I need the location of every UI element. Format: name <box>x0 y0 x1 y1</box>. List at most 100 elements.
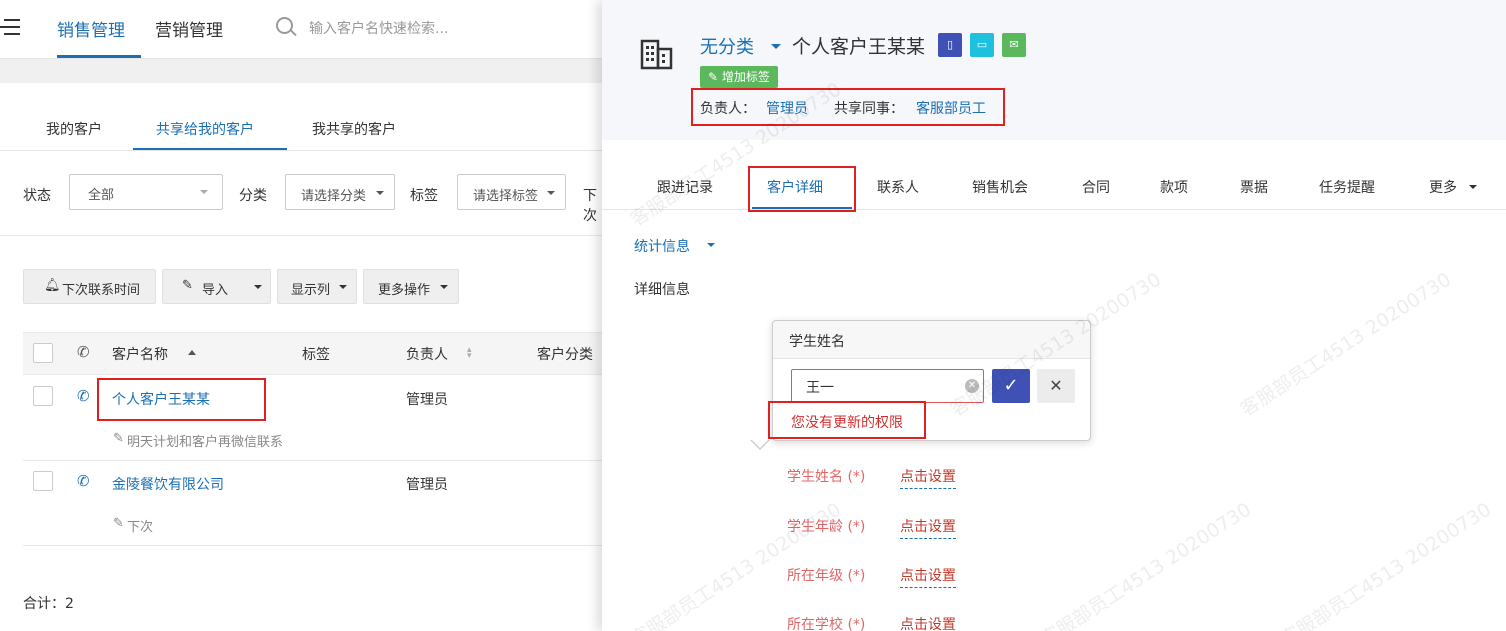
nav-active-indicator <box>57 55 141 58</box>
watermark-text: 客服部员工4513 20200730 <box>1236 268 1456 422</box>
tab-followup-records[interactable]: 跟进记录 <box>657 177 713 197</box>
tabs-divider <box>0 150 602 151</box>
sort-icon[interactable]: ▴ ▾ <box>467 346 472 361</box>
field-value-grade[interactable]: 点击设置 <box>900 565 956 588</box>
highlight-box-customer <box>97 378 266 421</box>
category-dropdown[interactable]: 无分类 <box>700 33 754 59</box>
select-all-checkbox[interactable] <box>33 343 53 363</box>
header-tags: 标签 <box>302 347 330 363</box>
tab-invoices[interactable]: 票据 <box>1240 177 1268 197</box>
building-icon <box>640 39 673 70</box>
chevron-down-icon <box>339 285 347 289</box>
tab-more[interactable]: 更多 <box>1429 177 1457 197</box>
edit-icon: ✎ <box>113 431 124 446</box>
confirm-button[interactable]: ✓ <box>992 369 1030 403</box>
field-label-student-age: 学生年龄 (*) <box>787 519 866 535</box>
row-checkbox[interactable] <box>33 386 53 406</box>
email-icon[interactable]: ✉ <box>1002 33 1026 57</box>
tab-contacts[interactable]: 联系人 <box>877 177 919 197</box>
next-contact-time-button[interactable]: 🔔︎ 下次联系时间 <box>23 269 156 304</box>
nav-marketing-management[interactable]: 营销管理 <box>155 16 223 41</box>
nav-sales-management[interactable]: 销售管理 <box>57 16 125 41</box>
header-owner[interactable]: 负责人 <box>406 344 448 364</box>
tabs-divider <box>602 209 1506 210</box>
tab-my-customers[interactable]: 我的客户 <box>46 119 102 139</box>
add-tag-label: 增加标签 <box>721 70 770 84</box>
edit-icon: ✎ <box>708 70 719 84</box>
field-value-school[interactable]: 点击设置 <box>900 614 956 631</box>
clear-input-icon[interactable]: ✕ <box>965 379 979 393</box>
more-operations-button[interactable]: 更多操作 <box>363 269 459 304</box>
field-label-school: 所在学校 (*) <box>787 617 866 631</box>
header-customer-category: 客户分类 <box>537 347 593 363</box>
header-divider-strip <box>0 59 602 83</box>
mobile-icon[interactable]: ▯ <box>938 33 962 57</box>
chevron-down-icon <box>200 190 208 194</box>
customer-detail-drawer: 无分类 个人客户王某某 ▯ ▭ ✉ ✎ 增加标签 负责人： 管理员 共享同事： … <box>602 0 1506 631</box>
cancel-button[interactable]: ✕ <box>1037 369 1075 403</box>
chevron-down-icon[interactable] <box>254 285 262 289</box>
row-divider <box>23 545 602 546</box>
tab-shared-with-me[interactable]: 共享给我的客户 <box>156 119 254 139</box>
chevron-down-icon <box>376 191 384 195</box>
phone-icon[interactable]: ✆ <box>77 472 90 490</box>
category-filter-label: 分类 <box>239 188 267 204</box>
header-customer-name[interactable]: 客户名称 <box>112 344 168 364</box>
close-icon: ✕ <box>1049 376 1063 395</box>
chevron-down-icon[interactable] <box>1469 185 1477 189</box>
menu-toggle-icon[interactable] <box>0 17 20 37</box>
status-filter-select[interactable]: 全部 <box>69 174 223 210</box>
highlight-box-tab <box>748 166 856 212</box>
chevron-down-icon[interactable] <box>771 44 781 49</box>
field-label-student-name: 学生姓名 (*) <box>787 469 866 485</box>
category-filter-select[interactable]: 请选择分类 <box>285 174 395 210</box>
display-columns-button[interactable]: 显示列 <box>277 269 357 304</box>
chevron-down-icon[interactable] <box>707 243 715 247</box>
add-tag-button[interactable]: ✎ 增加标签 <box>700 66 778 88</box>
edit-icon: ✎ <box>113 516 124 531</box>
field-value-student-name[interactable]: 点击设置 <box>900 466 956 489</box>
status-filter-label: 状态 <box>23 188 51 204</box>
highlight-box-owner <box>691 88 1005 126</box>
highlight-box-error <box>768 401 926 439</box>
status-filter-value: 全部 <box>88 188 115 203</box>
customer-name-title: 个人客户王某某 <box>792 36 926 58</box>
tab-contracts[interactable]: 合同 <box>1082 177 1110 197</box>
more-operations-label: 更多操作 <box>378 283 431 298</box>
popover-arrow-fill <box>751 439 769 448</box>
filter-divider <box>0 235 602 236</box>
student-name-input[interactable]: 王一 ✕ <box>791 369 984 403</box>
total-count: 合计：2 <box>23 596 74 612</box>
watermark-text: 客服部员工4513 20200730 <box>1276 498 1496 631</box>
bell-icon: 🔔︎ <box>44 278 61 293</box>
import-button[interactable]: ✎ 导入 <box>162 269 271 304</box>
tab-shared-by-me[interactable]: 我共享的客户 <box>312 119 396 139</box>
tab-payments[interactable]: 款项 <box>1160 177 1188 197</box>
chevron-down-icon <box>547 191 555 195</box>
tag-filter-select[interactable]: 请选择标签 <box>457 174 566 210</box>
row-divider <box>23 460 602 461</box>
search-icon[interactable] <box>276 17 293 34</box>
row-owner: 管理员 <box>406 392 448 408</box>
detail-section-title: 详细信息 <box>634 282 690 298</box>
popover-title: 学生姓名 <box>789 334 845 350</box>
message-icon[interactable]: ▭ <box>970 33 994 57</box>
row-followup-note[interactable]: 下次 <box>127 516 153 535</box>
next-contact-time-label: 下次联系时间 <box>62 283 141 298</box>
phone-icon[interactable]: ✆ <box>77 387 90 405</box>
statistics-toggle[interactable]: 统计信息 <box>634 236 690 256</box>
tab-sales-opportunities[interactable]: 销售机会 <box>972 177 1028 197</box>
tag-filter-value: 请选择标签 <box>473 189 539 204</box>
search-input[interactable]: 输入客户名快速检索... <box>309 18 448 38</box>
next-filter-label: 下次 <box>583 188 597 224</box>
row-followup-note[interactable]: 明天计划和客户再微信联系 <box>127 431 283 450</box>
edit-icon: ✎ <box>182 278 193 293</box>
tab-task-reminders[interactable]: 任务提醒 <box>1319 177 1375 197</box>
sort-asc-icon[interactable] <box>188 350 196 355</box>
customer-name-link[interactable]: 金陵餐饮有限公司 <box>112 474 224 494</box>
import-label: 导入 <box>202 283 229 298</box>
row-checkbox[interactable] <box>33 471 53 491</box>
popover-header: 学生姓名 <box>773 321 1090 359</box>
category-filter-value: 请选择分类 <box>301 189 367 204</box>
field-value-student-age[interactable]: 点击设置 <box>900 516 956 539</box>
